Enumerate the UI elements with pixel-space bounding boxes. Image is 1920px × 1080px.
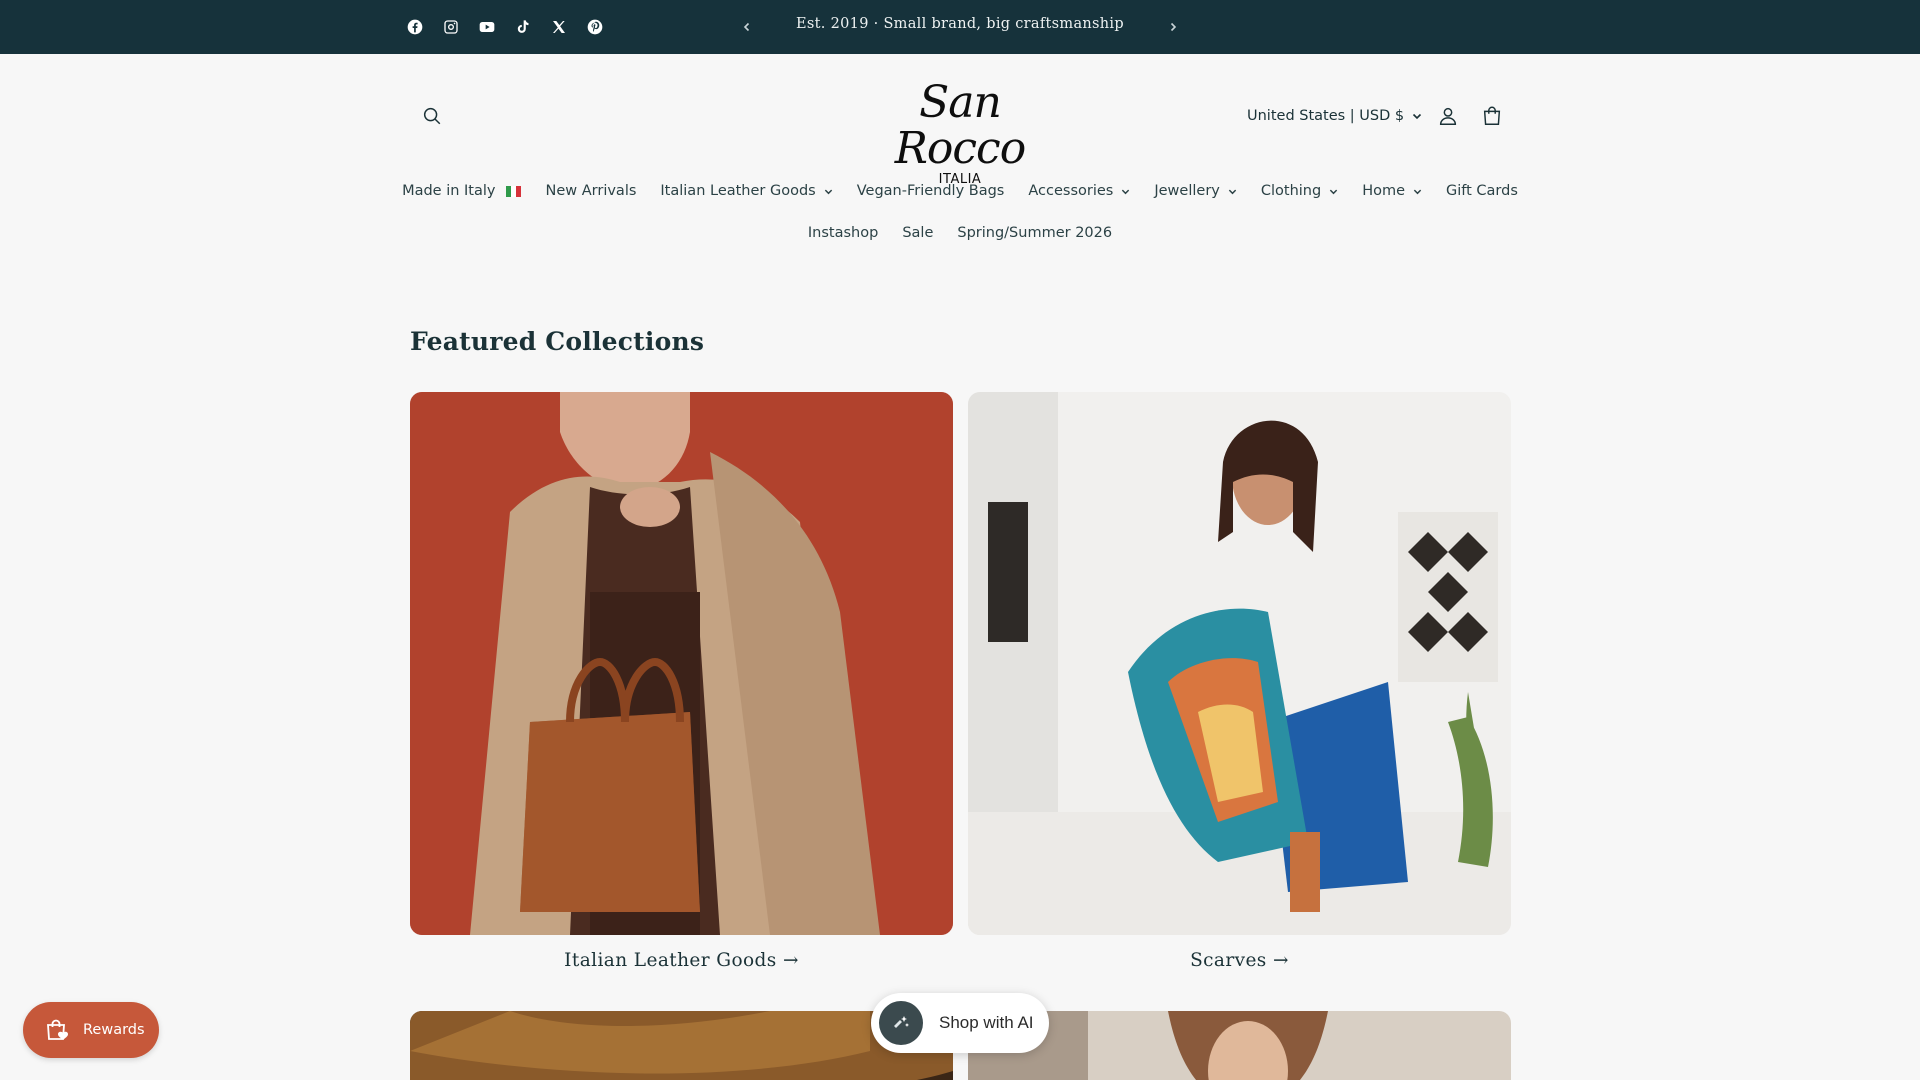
nav-item-label: Home (1362, 183, 1406, 199)
collection-link-scarves[interactable]: Scarves → (968, 950, 1511, 971)
chevron-down-icon (1413, 113, 1422, 120)
shop-with-ai-label: Shop with AI (939, 1013, 1034, 1032)
nav-item-accessories[interactable]: Accessories (1016, 180, 1142, 202)
nav-item-home[interactable]: Home (1350, 180, 1434, 202)
chevron-down-icon (824, 189, 832, 194)
facebook-icon[interactable] (405, 15, 425, 39)
nav-item-sale[interactable]: Sale (890, 222, 945, 244)
social-links (405, 15, 605, 39)
country-currency-selector[interactable]: United States | USD $ (1247, 108, 1422, 124)
nav-item-label: Spring/Summer 2026 (957, 225, 1113, 241)
account-button[interactable] (1433, 101, 1463, 131)
nav-item-italian-leather-goods[interactable]: Italian Leather Goods (648, 180, 844, 202)
search-button[interactable] (417, 101, 447, 131)
chevron-down-icon (1228, 189, 1237, 194)
announcement-text: Est. 2019 · Small brand, big craftsmansh… (796, 16, 1124, 32)
nav-item-label: Made in Italy (402, 183, 496, 199)
main-nav: Made in Italy New Arrivals Italian Leath… (0, 180, 1920, 202)
nav-item-label: Accessories (1028, 183, 1114, 199)
nav-item-label: Vegan-Friendly Bags (856, 183, 1005, 199)
chevron-left-icon (743, 22, 750, 32)
nav-item-label: Sale (902, 225, 934, 241)
site-header: San Rocco ITALIA United States | USD $ M… (0, 54, 1920, 264)
featured-collections-title: Featured Collections (410, 327, 705, 356)
tiktok-icon[interactable] (513, 15, 533, 39)
nav-item-jewellery[interactable]: Jewellery (1142, 180, 1249, 202)
rewards-bag-icon (47, 1019, 68, 1040)
nav-item-made-in-italy[interactable]: Made in Italy (390, 180, 533, 202)
chevron-down-icon (1413, 189, 1422, 194)
collection-link-italian-leather-goods[interactable]: Italian Leather Goods → (410, 950, 953, 971)
chevron-right-icon (1170, 22, 1177, 32)
nav-item-label: Gift Cards (1446, 183, 1518, 199)
nav-item-label: Jewellery (1154, 183, 1220, 199)
currency-label: United States | USD $ (1247, 108, 1405, 124)
logo[interactable]: San Rocco ITALIA (868, 80, 1052, 188)
account-icon (1439, 107, 1457, 125)
collection-image (968, 1011, 1511, 1080)
collection-card-partial-right[interactable] (968, 1011, 1511, 1080)
announcement-next-button[interactable] (1163, 15, 1183, 39)
sparkle-icon (879, 1001, 923, 1045)
italy-flag-icon (505, 185, 522, 197)
collection-image (968, 392, 1511, 935)
cart-button[interactable] (1477, 101, 1507, 131)
pinterest-icon[interactable] (585, 15, 605, 39)
nav-item-label: Clothing (1260, 183, 1322, 199)
logo-script: San Rocco (894, 77, 1026, 174)
nav-item-spring-summer-2026[interactable]: Spring/Summer 2026 (945, 222, 1124, 244)
nav-item-clothing[interactable]: Clothing (1249, 180, 1350, 202)
collection-card-italian-leather-goods[interactable] (410, 392, 953, 935)
shop-with-ai-button[interactable]: Shop with AI (871, 993, 1049, 1053)
announcement-bar: Est. 2019 · Small brand, big craftsmansh… (0, 0, 1920, 54)
chevron-down-icon (1122, 189, 1130, 194)
youtube-icon[interactable] (477, 15, 497, 39)
collection-image (410, 392, 953, 935)
nav-item-gift-cards[interactable]: Gift Cards (1434, 180, 1530, 202)
nav-item-label: Italian Leather Goods (660, 183, 816, 199)
instagram-icon[interactable] (441, 15, 461, 39)
nav-item-vegan-friendly-bags[interactable]: Vegan-Friendly Bags (845, 180, 1017, 202)
x-icon[interactable] (549, 15, 569, 39)
nav-item-label: Instashop (807, 225, 879, 241)
rewards-label: Rewards (83, 1022, 145, 1038)
nav-item-label: New Arrivals (545, 183, 637, 199)
chevron-down-icon (1330, 189, 1338, 194)
rewards-button[interactable]: Rewards (23, 1002, 159, 1058)
nav-item-new-arrivals[interactable]: New Arrivals (534, 180, 649, 202)
search-icon (423, 107, 441, 125)
announcement-prev-button[interactable] (737, 15, 757, 39)
secondary-nav: Instashop Sale Spring/Summer 2026 (0, 222, 1920, 244)
collection-card-scarves[interactable] (968, 392, 1511, 935)
bag-icon (1483, 106, 1501, 125)
nav-item-instashop[interactable]: Instashop (796, 222, 890, 244)
